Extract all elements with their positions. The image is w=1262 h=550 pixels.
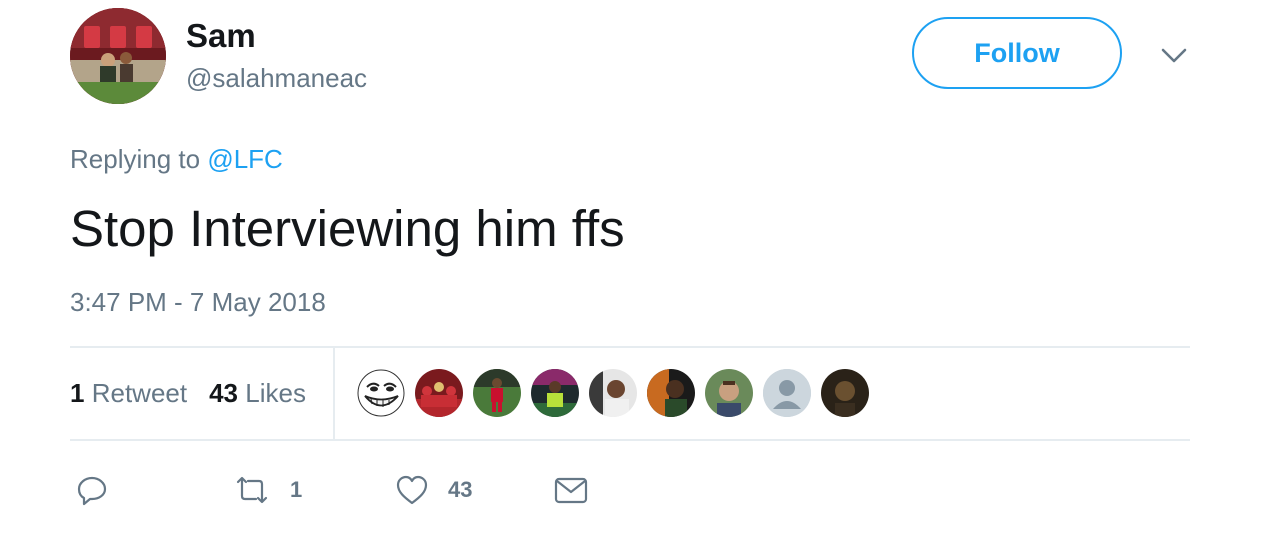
team-celebration-avatar[interactable] xyxy=(415,369,463,417)
troll-face-avatar[interactable] xyxy=(357,369,405,417)
player-on-pitch-avatar[interactable] xyxy=(473,369,521,417)
retweet-count: 1 xyxy=(290,477,303,502)
reply-icon xyxy=(77,476,107,506)
reply-button[interactable] xyxy=(74,470,110,510)
heart-icon xyxy=(396,475,428,505)
tweet-text: Stop Interviewing him ffs xyxy=(70,200,625,257)
divider xyxy=(70,346,1190,348)
default-profile-avatar[interactable] xyxy=(763,369,811,417)
retweet-icon xyxy=(236,476,268,504)
likes-stat[interactable]: 43 Likes xyxy=(209,378,306,408)
dark-portrait-avatar[interactable] xyxy=(647,369,695,417)
user-handle[interactable]: @salahmaneac xyxy=(186,60,367,96)
follow-button[interactable]: Follow xyxy=(912,17,1122,89)
person-portrait-avatar[interactable] xyxy=(589,369,637,417)
retweet-stat-count: 1 xyxy=(70,378,85,408)
like-button[interactable]: 43 xyxy=(394,470,472,510)
retweet-stat[interactable]: 1 Retweet xyxy=(70,378,187,408)
direct-message-button[interactable] xyxy=(553,470,589,510)
tweet-stats: 1 Retweet 43 Likes xyxy=(70,375,306,411)
stadium-player-avatar[interactable] xyxy=(531,369,579,417)
user-avatar[interactable] xyxy=(70,8,166,104)
man-portrait-avatar[interactable] xyxy=(705,369,753,417)
user-display-name[interactable]: Sam xyxy=(186,16,256,56)
reply-mention-link[interactable]: @LFC xyxy=(207,144,283,174)
retweet-button[interactable]: 1 xyxy=(232,470,302,510)
like-count: 43 xyxy=(448,477,473,502)
chevron-down-icon[interactable] xyxy=(1156,38,1192,74)
stats-separator xyxy=(333,348,335,440)
envelope-icon xyxy=(554,477,588,504)
likes-stat-count: 43 xyxy=(209,378,239,408)
divider xyxy=(70,439,1190,441)
retweet-stat-label: Retweet xyxy=(91,378,188,408)
reply-context-prefix: Replying to xyxy=(70,144,201,174)
tweet-timestamp[interactable]: 3:47 PM - 7 May 2018 xyxy=(70,284,326,320)
likes-stat-label: Likes xyxy=(245,378,306,408)
dim-portrait-avatar[interactable] xyxy=(821,369,869,417)
reply-context: Replying to @LFC xyxy=(70,141,283,177)
